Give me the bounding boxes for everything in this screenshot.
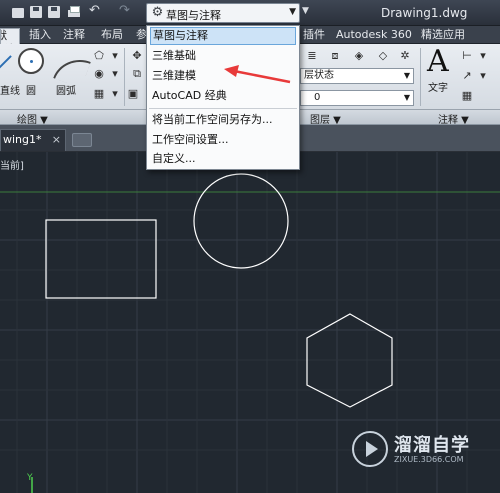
- tab-default[interactable]: 默认: [0, 28, 20, 44]
- undo-icon[interactable]: ↶: [89, 3, 100, 19]
- chevron-down-icon: ▼: [403, 71, 410, 80]
- move-icon[interactable]: ✥: [130, 49, 144, 63]
- ribbon-divider: [420, 48, 421, 106]
- dropdown-arrow-icon[interactable]: ▾: [476, 49, 490, 63]
- text-tool-label[interactable]: 文字: [428, 79, 448, 94]
- layers-group-title[interactable]: 图层 ▼: [310, 111, 341, 126]
- redo-icon[interactable]: ↷: [119, 3, 130, 19]
- svg-text:Y: Y: [26, 473, 33, 483]
- arc-tool-icon[interactable]: [55, 50, 83, 76]
- ribbon-divider: [124, 48, 125, 106]
- layer-isolate-icon[interactable]: ◇: [376, 49, 390, 63]
- circle-tool-icon[interactable]: [18, 48, 44, 74]
- workspace-current: 草图与注释: [166, 9, 221, 22]
- menu-item-customize[interactable]: 自定义...: [150, 151, 296, 169]
- polygon-icon[interactable]: ⬠: [92, 49, 106, 63]
- line-tool-icon[interactable]: [0, 50, 14, 76]
- layer-freeze-icon[interactable]: ✲: [398, 49, 412, 63]
- layer-icon[interactable]: ≣: [305, 49, 319, 63]
- viewport-label[interactable]: 当前]: [0, 157, 24, 172]
- dropdown-arrow-icon[interactable]: ▾: [108, 67, 122, 81]
- print-icon[interactable]: [67, 5, 81, 19]
- copy-icon[interactable]: ⧉: [130, 67, 144, 81]
- window-title: Drawing1.dwg: [381, 6, 468, 20]
- dimension-icon[interactable]: ⊢: [460, 49, 474, 63]
- layer-off-icon[interactable]: ◈: [352, 49, 366, 63]
- menu-separator: [149, 108, 297, 109]
- menu-item-save-workspace-as[interactable]: 将当前工作空间另存为...: [150, 112, 296, 130]
- text-box-icon[interactable]: ▣: [126, 87, 140, 101]
- dropdown-arrow-icon[interactable]: ▾: [108, 87, 122, 101]
- hatch-icon[interactable]: ▦: [92, 87, 106, 101]
- annotation-group-title[interactable]: 注释 ▼: [438, 111, 469, 126]
- table-icon[interactable]: ▦: [460, 89, 474, 103]
- ucs-icon: Y: [26, 473, 33, 493]
- dropdown-arrow-icon[interactable]: ▾: [476, 69, 490, 83]
- line-tool-label[interactable]: 直线: [0, 82, 20, 97]
- workspace-switcher[interactable]: ⚙ 草图与注释 ▼: [146, 3, 300, 23]
- circle-shape[interactable]: [193, 173, 289, 269]
- chevron-down-icon: ▼: [289, 7, 296, 17]
- close-icon[interactable]: ×: [52, 130, 61, 150]
- tab-layout[interactable]: 布局: [98, 28, 126, 44]
- text-tool-icon[interactable]: A: [427, 46, 449, 78]
- tab-insert[interactable]: 插入: [26, 28, 54, 44]
- layer-state-dropdown[interactable]: 层状态 ▼: [300, 68, 414, 84]
- tab-featured-apps[interactable]: 精选应用: [418, 28, 468, 44]
- gear-icon: ⚙: [151, 5, 164, 20]
- watermark: 溜溜自学 ZIXUE.3D66.COM: [352, 427, 472, 471]
- leader-icon[interactable]: ↗: [460, 69, 474, 83]
- circle-tool-label[interactable]: 圆: [26, 82, 36, 97]
- layer-current-value: 0: [314, 92, 321, 103]
- save-icon[interactable]: [29, 5, 43, 19]
- new-tab-button[interactable]: [72, 133, 92, 147]
- layer-state-value: 层状态: [304, 70, 334, 81]
- menu-item-autocad-classic[interactable]: AutoCAD 经典: [150, 88, 296, 106]
- document-tab[interactable]: wing1* ×: [0, 129, 66, 151]
- ellipse-icon[interactable]: ◉: [92, 67, 106, 81]
- tab-plugins[interactable]: 插件: [300, 28, 328, 44]
- dropdown-arrow-icon[interactable]: ▾: [108, 49, 122, 63]
- chevron-down-icon: ▼: [403, 93, 410, 102]
- annotation-arrow-icon: [224, 65, 291, 84]
- menu-item-workspace-settings[interactable]: 工作空间设置...: [150, 132, 296, 150]
- menu-item-drafting-annotation[interactable]: 草图与注释: [150, 27, 296, 45]
- quick-access-toolbar: ↶ ↷ ⚙ 草图与注释 ▼ ▼ Drawing1.dwg: [0, 0, 500, 26]
- watermark-url: ZIXUE.3D66.COM: [394, 455, 464, 464]
- layer-dropdown[interactable]: 0 ▼: [300, 90, 414, 106]
- document-tab-label: wing1*: [3, 133, 42, 146]
- save-as-icon[interactable]: [47, 5, 61, 19]
- arc-tool-label[interactable]: 圆弧: [56, 82, 76, 97]
- open-icon[interactable]: [11, 5, 25, 19]
- play-logo-icon: [352, 431, 388, 467]
- tab-autodesk-360[interactable]: Autodesk 360: [333, 28, 415, 44]
- layer-match-icon[interactable]: ⧈: [328, 49, 342, 63]
- draw-group-title[interactable]: 绘图 ▼: [17, 111, 48, 126]
- tab-annotate[interactable]: 注释: [60, 28, 88, 44]
- workspace-menu: 草图与注释 三维基础 三维建模 AutoCAD 经典 将当前工作空间另存为...…: [146, 25, 300, 170]
- watermark-name: 溜溜自学: [394, 435, 470, 456]
- customize-toolbar-icon[interactable]: ▼: [302, 6, 309, 16]
- rectangle-shape[interactable]: [45, 219, 157, 299]
